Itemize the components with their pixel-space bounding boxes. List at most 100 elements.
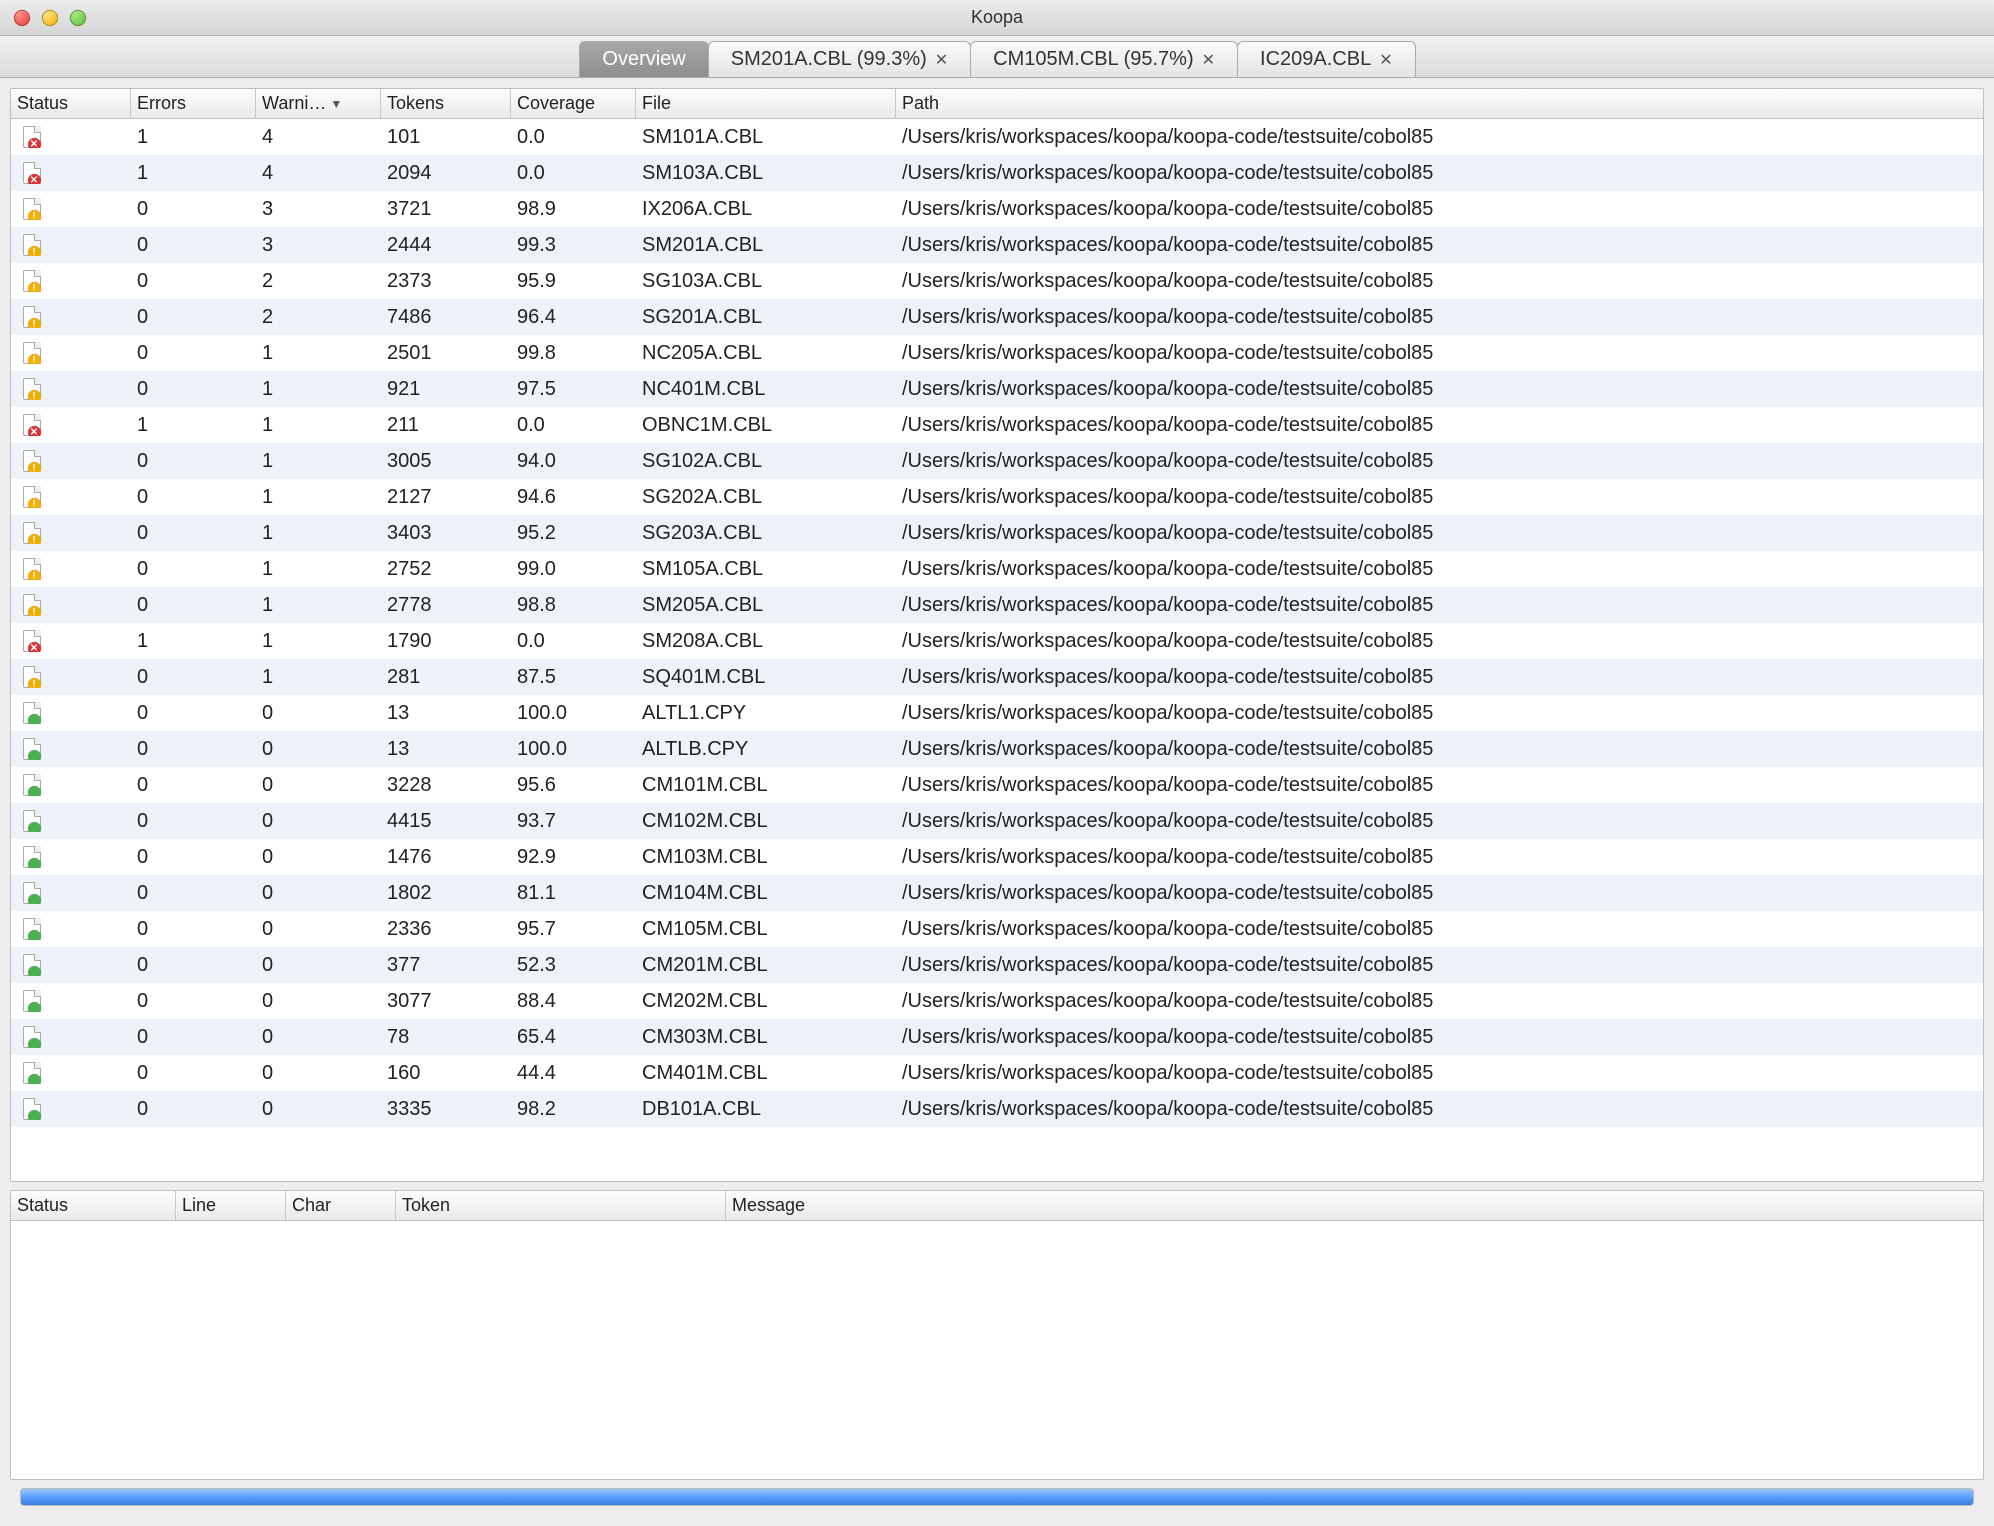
warn-badge-icon: !: [28, 462, 41, 472]
cell-status: ✕: [11, 630, 131, 652]
table-row[interactable]: 00147692.9CM103M.CBL/Users/kris/workspac…: [11, 839, 1983, 875]
table-row[interactable]: !01212794.6SG202A.CBL/Users/kris/workspa…: [11, 479, 1983, 515]
col-header-tokens[interactable]: Tokens: [381, 89, 511, 118]
cell-tokens: 3403: [381, 522, 511, 545]
table-row[interactable]: !02748696.4SG201A.CBL/Users/kris/workspa…: [11, 299, 1983, 335]
table-row[interactable]: !01277898.8SM205A.CBL/Users/kris/workspa…: [11, 587, 1983, 623]
col-header-warnings[interactable]: Warni… ▼: [256, 89, 381, 118]
close-window-button[interactable]: [14, 10, 30, 26]
cell-path: /Users/kris/workspaces/koopa/koopa-code/…: [896, 414, 1983, 437]
overview-table-body[interactable]: ✕141010.0SM101A.CBL/Users/kris/workspace…: [11, 119, 1983, 1181]
table-row[interactable]: 0013100.0ALTLB.CPY/Users/kris/workspaces…: [11, 731, 1983, 767]
error-badge-icon: ✕: [28, 642, 41, 652]
col-header-detail-char[interactable]: Char: [286, 1191, 396, 1220]
error-badge-icon: ✕: [28, 138, 41, 148]
table-row[interactable]: ✕1117900.0SM208A.CBL/Users/kris/workspac…: [11, 623, 1983, 659]
file-status-icon: !: [23, 486, 41, 508]
table-row[interactable]: !02237395.9SG103A.CBL/Users/kris/workspa…: [11, 263, 1983, 299]
cell-tokens: 2501: [381, 342, 511, 365]
cell-errors: 1: [131, 630, 256, 653]
tab-label: SM201A.CBL (99.3%): [731, 48, 927, 71]
minimize-window-button[interactable]: [42, 10, 58, 26]
cell-tokens: 377: [381, 954, 511, 977]
tab-file-1[interactable]: SM201A.CBL (99.3%) ✕: [708, 41, 971, 77]
col-header-errors[interactable]: Errors: [131, 89, 256, 118]
col-header-path[interactable]: Path: [896, 89, 1983, 118]
table-row[interactable]: ✕1420940.0SM103A.CBL/Users/kris/workspac…: [11, 155, 1983, 191]
cell-path: /Users/kris/workspaces/koopa/koopa-code/…: [896, 666, 1983, 689]
cell-coverage: 44.4: [511, 1062, 636, 1085]
table-row[interactable]: 00333598.2DB101A.CBL/Users/kris/workspac…: [11, 1091, 1983, 1127]
file-status-icon: [23, 1026, 41, 1048]
tab-close-icon[interactable]: ✕: [1379, 50, 1392, 70]
cell-file: SG103A.CBL: [636, 270, 896, 293]
cell-warnings: 1: [256, 666, 381, 689]
cell-warnings: 1: [256, 522, 381, 545]
table-row[interactable]: 00180281.1CM104M.CBL/Users/kris/workspac…: [11, 875, 1983, 911]
zoom-window-button[interactable]: [70, 10, 86, 26]
table-row[interactable]: !01300594.0SG102A.CBL/Users/kris/workspa…: [11, 443, 1983, 479]
cell-path: /Users/kris/workspaces/koopa/koopa-code/…: [896, 918, 1983, 941]
warn-badge-icon: !: [28, 210, 41, 220]
table-row[interactable]: !0128187.5SQ401M.CBL/Users/kris/workspac…: [11, 659, 1983, 695]
col-header-coverage[interactable]: Coverage: [511, 89, 636, 118]
tab-file-3[interactable]: IC209A.CBL✕: [1237, 41, 1416, 77]
table-row[interactable]: ✕112110.0OBNC1M.CBL/Users/kris/workspace…: [11, 407, 1983, 443]
cell-errors: 0: [131, 234, 256, 257]
cell-errors: 0: [131, 666, 256, 689]
file-status-icon: [23, 774, 41, 796]
table-row[interactable]: 0037752.3CM201M.CBL/Users/kris/workspace…: [11, 947, 1983, 983]
col-header-detail-message[interactable]: Message: [726, 1191, 1983, 1220]
cell-file: SG203A.CBL: [636, 522, 896, 545]
table-row[interactable]: !01250199.8NC205A.CBL/Users/kris/workspa…: [11, 335, 1983, 371]
cell-tokens: 7486: [381, 306, 511, 329]
col-header-detail-token[interactable]: Token: [396, 1191, 726, 1220]
tab-file-2[interactable]: CM105M.CBL (95.7%)✕: [970, 41, 1238, 77]
cell-coverage: 99.3: [511, 234, 636, 257]
cell-tokens: 211: [381, 414, 511, 437]
table-row[interactable]: !01275299.0SM105A.CBL/Users/kris/workspa…: [11, 551, 1983, 587]
table-row[interactable]: 00307788.4CM202M.CBL/Users/kris/workspac…: [11, 983, 1983, 1019]
ok-badge-icon: [28, 786, 41, 796]
cell-tokens: 3005: [381, 450, 511, 473]
table-row[interactable]: 0016044.4CM401M.CBL/Users/kris/workspace…: [11, 1055, 1983, 1091]
cell-status: !: [11, 378, 131, 400]
cell-status: [11, 1062, 131, 1084]
cell-errors: 0: [131, 198, 256, 221]
table-row[interactable]: 0013100.0ALTL1.CPY/Users/kris/workspaces…: [11, 695, 1983, 731]
cell-tokens: 4415: [381, 810, 511, 833]
cell-warnings: 0: [256, 918, 381, 941]
table-row[interactable]: !03372198.9IX206A.CBL/Users/kris/workspa…: [11, 191, 1983, 227]
tab-overview[interactable]: Overview: [579, 41, 708, 77]
cell-file: ALTLB.CPY: [636, 738, 896, 761]
table-row[interactable]: !03244499.3SM201A.CBL/Users/kris/workspa…: [11, 227, 1983, 263]
tab-close-icon[interactable]: ✕: [1202, 50, 1215, 70]
tab-close-icon[interactable]: ✕: [935, 50, 948, 70]
cell-tokens: 3721: [381, 198, 511, 221]
cell-coverage: 94.0: [511, 450, 636, 473]
col-header-status[interactable]: Status: [11, 89, 131, 118]
table-row[interactable]: !0192197.5NC401M.CBL/Users/kris/workspac…: [11, 371, 1983, 407]
ok-badge-icon: [28, 750, 41, 760]
col-header-detail-line[interactable]: Line: [176, 1191, 286, 1220]
ok-badge-icon: [28, 1110, 41, 1120]
table-row[interactable]: 00322895.6CM101M.CBL/Users/kris/workspac…: [11, 767, 1983, 803]
cell-file: SM105A.CBL: [636, 558, 896, 581]
file-status-icon: !: [23, 270, 41, 292]
table-row[interactable]: !01340395.2SG203A.CBL/Users/kris/workspa…: [11, 515, 1983, 551]
cell-errors: 0: [131, 342, 256, 365]
cell-tokens: 3077: [381, 990, 511, 1013]
table-row[interactable]: 00233695.7CM105M.CBL/Users/kris/workspac…: [11, 911, 1983, 947]
cell-tokens: 101: [381, 126, 511, 149]
cell-warnings: 2: [256, 306, 381, 329]
cell-tokens: 13: [381, 738, 511, 761]
cell-status: ✕: [11, 162, 131, 184]
cell-path: /Users/kris/workspaces/koopa/koopa-code/…: [896, 162, 1983, 185]
table-row[interactable]: 00441593.7CM102M.CBL/Users/kris/workspac…: [11, 803, 1983, 839]
col-header-detail-status[interactable]: Status: [11, 1191, 176, 1220]
col-header-file[interactable]: File: [636, 89, 896, 118]
cell-errors: 0: [131, 522, 256, 545]
table-row[interactable]: ✕141010.0SM101A.CBL/Users/kris/workspace…: [11, 119, 1983, 155]
table-row[interactable]: 007865.4CM303M.CBL/Users/kris/workspaces…: [11, 1019, 1983, 1055]
details-table-body[interactable]: [11, 1221, 1983, 1479]
